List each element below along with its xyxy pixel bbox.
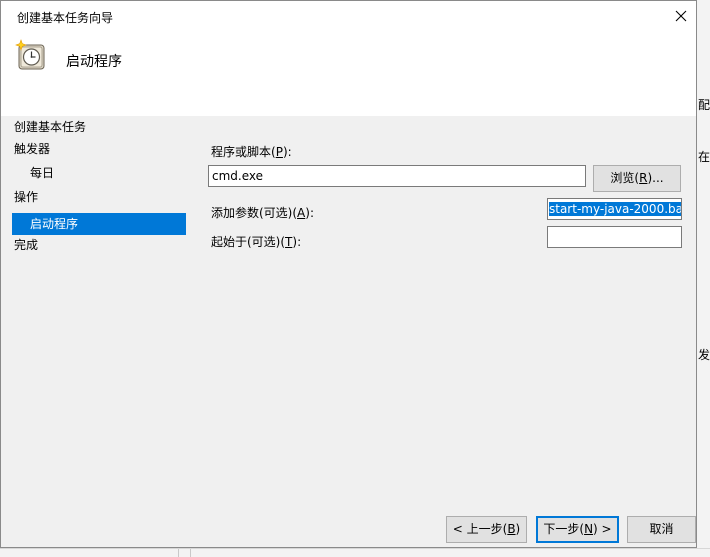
close-button[interactable] bbox=[666, 1, 696, 31]
step-start-program[interactable]: 启动程序 bbox=[12, 213, 186, 235]
step-label: 完成 bbox=[14, 238, 39, 252]
arguments-input[interactable]: start-my-java-2000.bat bbox=[547, 198, 682, 220]
start-in-input[interactable] bbox=[547, 226, 682, 248]
step-trigger[interactable]: 触发器 bbox=[1, 138, 186, 160]
step-label: 每日 bbox=[30, 166, 55, 180]
step-label: 操作 bbox=[14, 190, 39, 204]
title-bar: 创建基本任务向导 bbox=[1, 1, 696, 31]
step-create-basic-task[interactable]: 创建基本任务 bbox=[1, 116, 186, 138]
window-title: 创建基本任务向导 bbox=[17, 11, 114, 25]
background-text-fragment: 发 bbox=[698, 348, 710, 362]
step-finish[interactable]: 完成 bbox=[1, 234, 186, 256]
wizard-steps-pane: 创建基本任务 触发器 每日 操作 启动程序 完成 bbox=[1, 116, 191, 547]
clock-sparkle-icon bbox=[15, 39, 45, 70]
step-daily[interactable]: 每日 bbox=[1, 162, 186, 184]
step-label: 启动程序 bbox=[30, 217, 79, 231]
cancel-button[interactable]: 取消 bbox=[627, 516, 696, 543]
next-button[interactable]: 下一步(N) > bbox=[536, 516, 619, 543]
back-button[interactable]: < 上一步(B) bbox=[446, 516, 527, 543]
step-action[interactable]: 操作 bbox=[1, 186, 186, 208]
create-basic-task-wizard: 创建基本任务向导 启动程序 创建基本任务 触发器 每日 操作 启动程序 完成 程… bbox=[0, 0, 697, 548]
background-text-fragment: 在 bbox=[698, 150, 710, 164]
step-label: 创建基本任务 bbox=[14, 120, 87, 134]
close-icon bbox=[675, 10, 687, 22]
arguments-label: 添加参数(可选)(A): bbox=[211, 206, 314, 220]
program-script-label: 程序或脚本(P): bbox=[211, 145, 292, 159]
start-in-label: 起始于(可选)(T): bbox=[211, 235, 302, 249]
background-text-fragment: 配 bbox=[698, 98, 710, 112]
page-title: 启动程序 bbox=[66, 54, 122, 70]
wizard-header: 启动程序 bbox=[1, 31, 696, 116]
step-label: 触发器 bbox=[14, 142, 51, 156]
background-window-edge: 配 在 发 bbox=[697, 0, 710, 556]
browse-button[interactable]: 浏览(R)... bbox=[593, 165, 681, 192]
program-script-input[interactable]: cmd.exe bbox=[208, 165, 586, 187]
